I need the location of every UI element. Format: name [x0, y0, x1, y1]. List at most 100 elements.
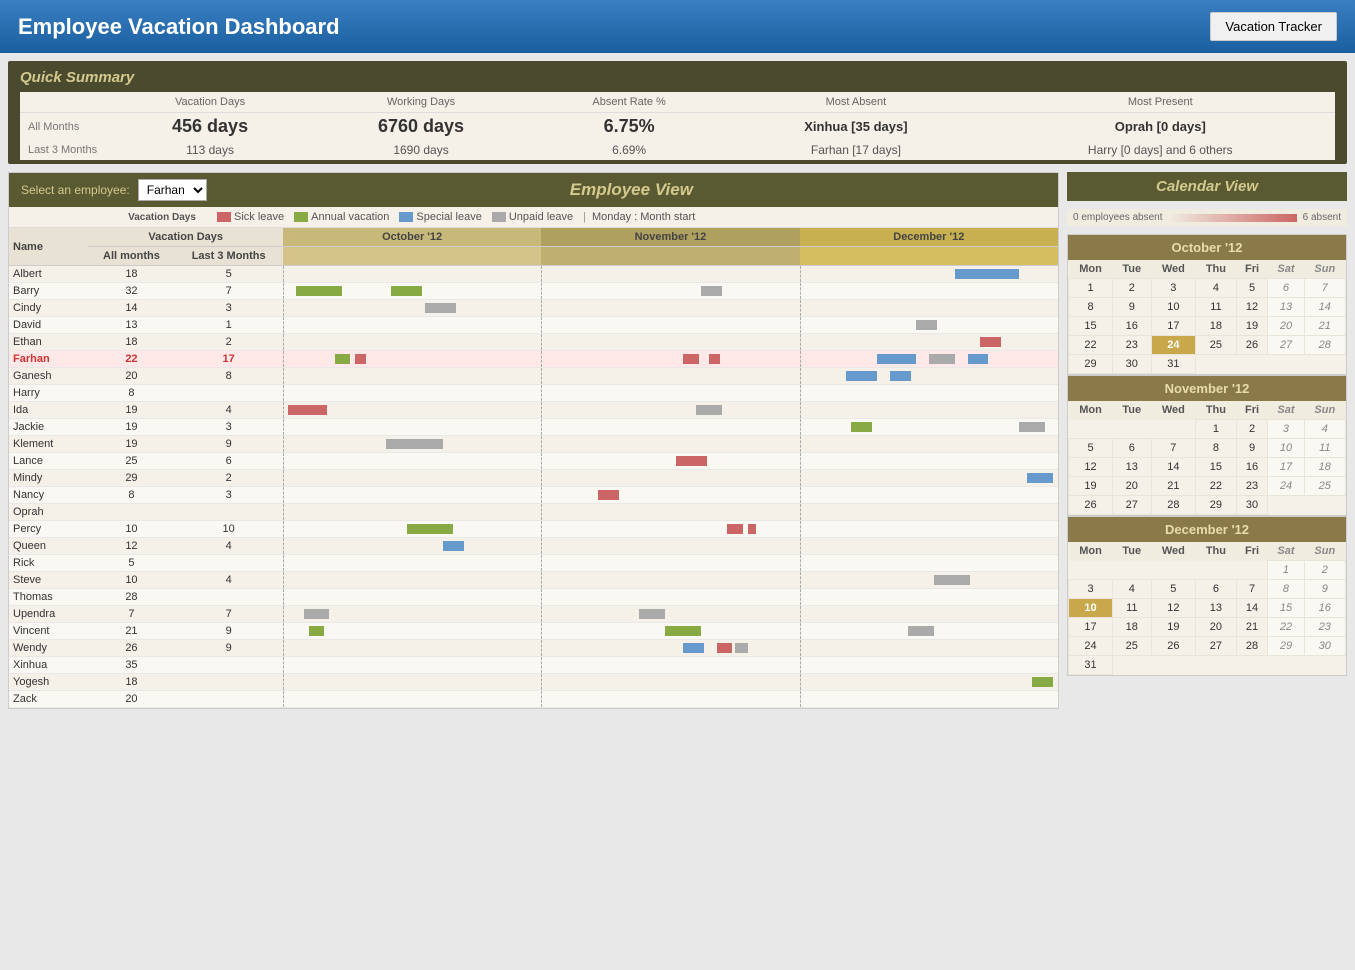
calendar-day: 6 — [1113, 439, 1151, 458]
calendar-day — [1196, 561, 1237, 580]
employee-select[interactable]: Farhan Albert Barry — [138, 179, 207, 201]
calendar-month-1: November '12MonTueWedThuFriSatSun1234567… — [1067, 375, 1347, 516]
gantt-cell — [283, 317, 541, 334]
summary-col-working: Working Days — [310, 92, 532, 113]
gantt-cell — [541, 521, 799, 538]
employee-last3-months — [174, 691, 283, 708]
gantt-cell — [283, 572, 541, 589]
calendar-day: 25 — [1196, 336, 1237, 355]
calendar-week-row: 1234 — [1069, 420, 1346, 439]
employee-name: Yogesh — [9, 674, 88, 691]
select-employee-label: Select an employee: — [21, 183, 130, 197]
calendar-day: 7 — [1151, 439, 1196, 458]
employee-all-months: 13 — [88, 317, 174, 334]
gantt-cell — [800, 317, 1058, 334]
calendar-day: 12 — [1236, 298, 1268, 317]
gantt-cell — [800, 470, 1058, 487]
employee-all-months — [88, 504, 174, 521]
summary-all-vacation: 456 days — [110, 113, 310, 141]
calendar-day: 16 — [1236, 458, 1268, 477]
calendar-day-header: Fri — [1236, 260, 1268, 279]
bar-unpaid — [929, 354, 955, 364]
calendar-day: 22 — [1196, 477, 1237, 496]
gantt-cell — [283, 470, 541, 487]
table-row: Wendy269 — [9, 640, 1058, 657]
gantt-cell — [283, 538, 541, 555]
calendar-day: 5 — [1236, 279, 1268, 298]
calendar-week-row: 891011121314 — [1069, 298, 1346, 317]
table-row: Steve104 — [9, 572, 1058, 589]
employee-all-months: 10 — [88, 572, 174, 589]
summary-row-all: All Months 456 days 6760 days 6.75% Xinh… — [20, 113, 1335, 141]
employee-last3-months — [174, 555, 283, 572]
annual-vacation-icon — [294, 212, 308, 222]
gantt-cell — [541, 470, 799, 487]
gantt-cell — [283, 300, 541, 317]
calendar-day-header: Tue — [1113, 401, 1151, 420]
calendar-day-header: Sat — [1268, 542, 1304, 561]
gantt-cell — [541, 623, 799, 640]
gantt-cell — [283, 640, 541, 657]
calendar-day — [1304, 656, 1345, 675]
gantt-cell — [800, 606, 1058, 623]
summary-table: Vacation Days Working Days Absent Rate %… — [20, 92, 1335, 160]
gantt-cell — [283, 266, 541, 283]
gantt-cell — [800, 300, 1058, 317]
employee-name: Jackie — [9, 419, 88, 436]
gantt-cell — [283, 674, 541, 691]
gantt-cell — [283, 657, 541, 674]
gantt-cell — [283, 351, 541, 368]
calendar-day: 1 — [1069, 279, 1113, 298]
gantt-cell — [541, 368, 799, 385]
col-last-3-months: Last 3 Months — [174, 247, 283, 266]
calendar-day: 20 — [1113, 477, 1151, 496]
calendar-day: 15 — [1196, 458, 1237, 477]
employee-all-months: 22 — [88, 351, 174, 368]
col-all-months: All months — [88, 247, 174, 266]
calendar-day — [1268, 496, 1304, 515]
table-row: Ida194 — [9, 402, 1058, 419]
vacation-tracker-button[interactable]: Vacation Tracker — [1210, 12, 1337, 41]
calendar-day: 8 — [1069, 298, 1113, 317]
summary-col-absent-rate: Absent Rate % — [532, 92, 726, 113]
calendar-day-header: Thu — [1196, 542, 1237, 561]
table-row: Cindy143 — [9, 300, 1058, 317]
bar-unpaid — [916, 320, 937, 330]
table-header-row-1: Name Vacation Days October '12 November … — [9, 228, 1058, 247]
calendar-day: 19 — [1236, 317, 1268, 336]
employee-all-months: 28 — [88, 589, 174, 606]
summary-all-absent-rate: 6.75% — [532, 113, 726, 141]
page-title: Employee Vacation Dashboard — [18, 14, 340, 40]
calendar-day: 30 — [1304, 637, 1345, 656]
calendar-day: 21 — [1236, 618, 1268, 637]
bar-special — [968, 354, 989, 364]
gantt-cell — [541, 419, 799, 436]
gantt-cell — [283, 402, 541, 419]
employee-last3-months: 17 — [174, 351, 283, 368]
calendar-day: 25 — [1113, 637, 1151, 656]
calendar-day: 3 — [1069, 580, 1113, 599]
employee-name: Lance — [9, 453, 88, 470]
calendar-day — [1069, 561, 1113, 580]
employee-last3-months: 3 — [174, 300, 283, 317]
calendar-day: 13 — [1113, 458, 1151, 477]
absent-max-label: 6 absent — [1303, 212, 1341, 223]
calendar-day: 4 — [1196, 279, 1237, 298]
calendar-day: 7 — [1236, 580, 1268, 599]
employee-panel: Select an employee: Farhan Albert Barry … — [8, 172, 1059, 709]
bar-annual — [665, 626, 701, 636]
calendar-day — [1196, 656, 1237, 675]
bar-unpaid — [701, 286, 722, 296]
calendar-day — [1069, 420, 1113, 439]
employee-name: Barry — [9, 283, 88, 300]
col-vacation-days: Vacation Days — [88, 228, 282, 247]
gantt-cell — [800, 640, 1058, 657]
calendar-day: 23 — [1113, 336, 1151, 355]
calendar-day: 3 — [1151, 279, 1196, 298]
calendar-day: 6 — [1196, 580, 1237, 599]
calendar-header: Calendar View — [1067, 172, 1347, 201]
calendar-day: 30 — [1113, 355, 1151, 374]
gantt-cell — [283, 453, 541, 470]
col-dec-sub — [800, 247, 1058, 266]
employee-name: Rick — [9, 555, 88, 572]
